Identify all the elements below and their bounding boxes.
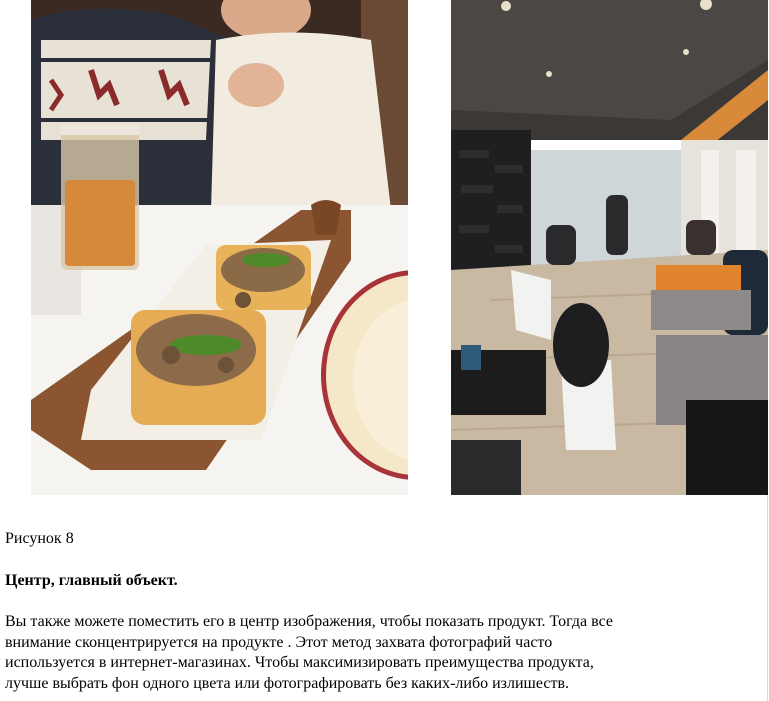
paragraph-line: используется в интернет-магазинах. Чтобы…: [5, 654, 594, 671]
cafe-photo-illustration: [451, 0, 768, 495]
page-edge-line: [767, 495, 768, 701]
body-paragraph: Вы также можете поместить его в центр из…: [5, 612, 725, 694]
figure-caption: Рисунок 8: [5, 530, 74, 547]
paragraph-line: внимание сконцентрируется на продукте . …: [5, 633, 553, 651]
paragraph-line: лучше выбрать фон одного цвета или фотог…: [5, 674, 570, 692]
section-heading: Центр, главный объект.: [5, 572, 178, 589]
cafe-photo: [451, 0, 768, 495]
paragraph-line: Вы также можете поместить его в центр из…: [5, 613, 613, 630]
food-photo: [31, 0, 408, 495]
food-photo-illustration: [31, 0, 408, 495]
